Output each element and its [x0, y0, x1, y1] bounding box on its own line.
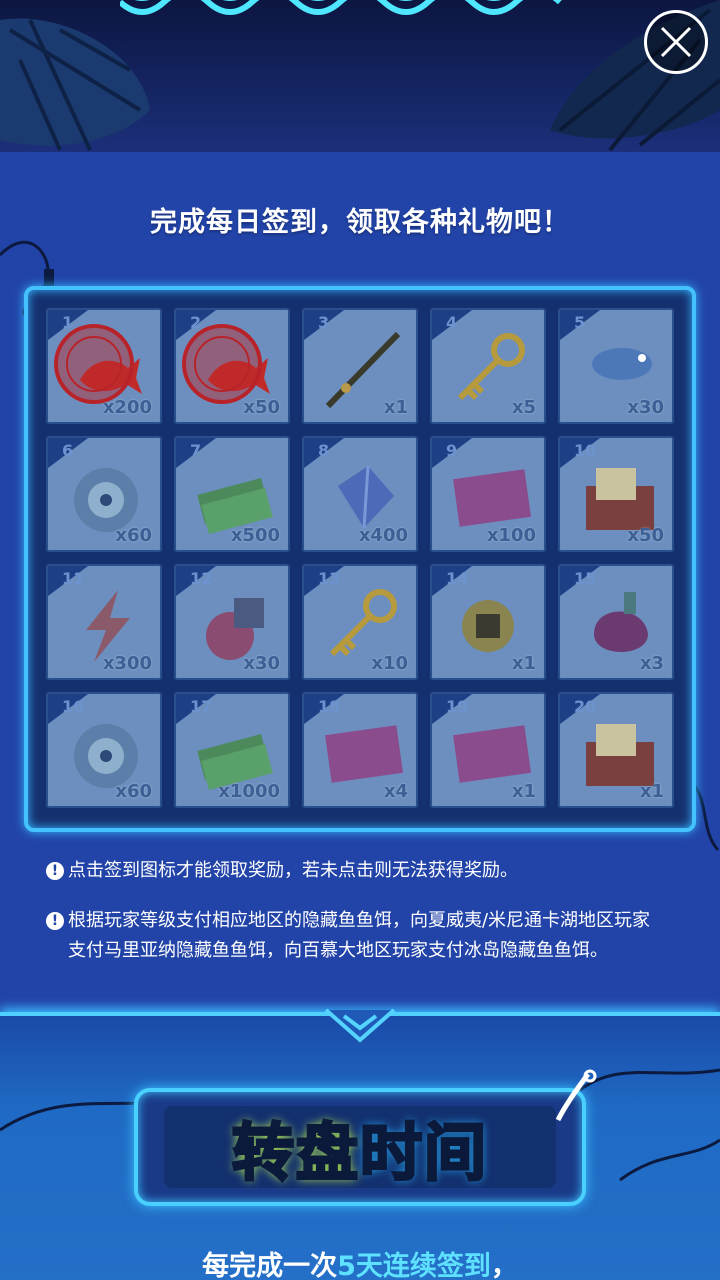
page-headline: 完成每日签到，领取各种礼物吧！ — [150, 207, 570, 238]
reward-day-19[interactable]: 19 x1 — [430, 692, 546, 808]
reward-day-12[interactable]: 12 x30 — [174, 564, 290, 680]
reward-quantity: x60 — [115, 525, 152, 546]
reward-day-1[interactable]: 1 x200 — [46, 308, 162, 424]
reward-quantity: x50 — [627, 525, 664, 546]
header-scene — [0, 0, 720, 152]
day-number: 8 — [318, 441, 330, 460]
reward-quantity: x300 — [102, 653, 152, 674]
reward-day-3[interactable]: 3 x1 — [302, 308, 418, 424]
subtitle-highlight: 5天连续签到 — [337, 1251, 491, 1280]
reward-day-8[interactable]: 8 x400 — [302, 436, 418, 552]
day-number: 6 — [62, 441, 74, 460]
chevron-down-icon — [324, 1008, 396, 1043]
palm-leaf-icon — [0, 18, 150, 151]
reward-quantity: x30 — [627, 397, 664, 418]
reward-quantity: x60 — [115, 781, 152, 802]
notice-2: ! 根据玩家等级支付相应地区的隐藏鱼鱼饵，向夏威夷/米尼通卡湖地区玩家支付马里亚… — [46, 906, 668, 966]
reward-day-6[interactable]: 6 x60 — [46, 436, 162, 552]
exclamation-icon: ! — [46, 912, 64, 930]
day-number: 10 — [574, 441, 597, 460]
notice-1: ! 点击签到图标才能领取奖励，若未点击则无法获得奖励。 — [46, 856, 668, 886]
close-button[interactable] — [644, 10, 708, 74]
roulette-title-part1: 转盘 — [230, 1115, 360, 1191]
reward-day-11[interactable]: 11 x300 — [46, 564, 162, 680]
day-number: 19 — [446, 697, 469, 716]
roulette-title-inner: 转盘 时间 — [164, 1106, 556, 1191]
reward-day-2[interactable]: 2 x50 — [174, 308, 290, 424]
reward-quantity: x1 — [511, 653, 536, 674]
roulette-title-box[interactable]: 转盘 时间 — [134, 1088, 586, 1206]
reward-quantity: x1000 — [218, 781, 280, 802]
day-number: 7 — [190, 441, 202, 460]
day-number: 13 — [318, 569, 341, 588]
reward-day-17[interactable]: 17 x1000 — [174, 692, 290, 808]
reward-day-5[interactable]: 5 x30 — [558, 308, 674, 424]
subtitle-pre: 每完成一次 — [202, 1251, 338, 1280]
day-number: 4 — [446, 313, 458, 332]
reward-day-9[interactable]: 9 x100 — [430, 436, 546, 552]
reward-quantity: x4 — [383, 781, 408, 802]
reward-quantity: x5 — [511, 397, 536, 418]
day-number: 9 — [446, 441, 458, 460]
day-number: 5 — [574, 313, 586, 332]
exclamation-icon: ! — [46, 862, 64, 880]
reward-quantity: x400 — [358, 525, 408, 546]
reward-day-16[interactable]: 16 x60 — [46, 692, 162, 808]
reward-day-13[interactable]: 13 x10 — [302, 564, 418, 680]
subtitle-post: ， — [490, 1251, 518, 1280]
reward-quantity: x30 — [243, 653, 280, 674]
reward-quantity: x200 — [102, 397, 152, 418]
reward-quantity: x500 — [230, 525, 280, 546]
roulette-title-part2: 时间 — [358, 1115, 489, 1191]
reward-quantity: x10 — [371, 653, 408, 674]
day-number: 3 — [318, 313, 330, 332]
day-number: 16 — [62, 697, 85, 716]
day-number: 11 — [62, 569, 85, 588]
reward-day-18[interactable]: 18 x4 — [302, 692, 418, 808]
day-number: 20 — [574, 697, 597, 716]
reward-grid: 1 x200 2 x50 3 x1 4 x5 5 x30 6 x60 7 x500 8 x400 9 x100 10… — [46, 308, 676, 808]
reward-quantity: x100 — [486, 525, 536, 546]
notice-2-text: 根据玩家等级支付相应地区的隐藏鱼鱼饵，向夏威夷/米尼通卡湖地区玩家支付马里亚纳隐… — [68, 910, 651, 961]
reward-quantity: x1 — [511, 781, 536, 802]
day-number: 17 — [190, 697, 213, 716]
roulette-subtitle: 每完成一次5天连续签到， — [0, 1244, 720, 1280]
reward-day-20[interactable]: 20 x1 — [558, 692, 674, 808]
neon-wave-decoration — [120, 0, 562, 15]
reward-day-15[interactable]: 15 x3 — [558, 564, 674, 680]
reward-quantity: x1 — [383, 397, 408, 418]
reward-day-4[interactable]: 4 x5 — [430, 308, 546, 424]
reward-quantity: x1 — [639, 781, 664, 802]
fishing-hook-icon — [555, 1069, 597, 1122]
day-number: 18 — [318, 697, 341, 716]
day-number: 14 — [446, 569, 469, 588]
day-number: 1 — [62, 313, 74, 332]
day-number: 12 — [190, 569, 213, 588]
reward-day-7[interactable]: 7 x500 — [174, 436, 290, 552]
reward-day-14[interactable]: 14 x1 — [430, 564, 546, 680]
notice-1-text: 点击签到图标才能领取奖励，若未点击则无法获得奖励。 — [68, 860, 518, 881]
reward-quantity: x3 — [639, 653, 664, 674]
day-number: 15 — [574, 569, 597, 588]
reward-day-10[interactable]: 10 x50 — [558, 436, 674, 552]
day-number: 2 — [190, 313, 202, 332]
close-icon — [660, 26, 692, 58]
reward-quantity: x50 — [243, 397, 280, 418]
